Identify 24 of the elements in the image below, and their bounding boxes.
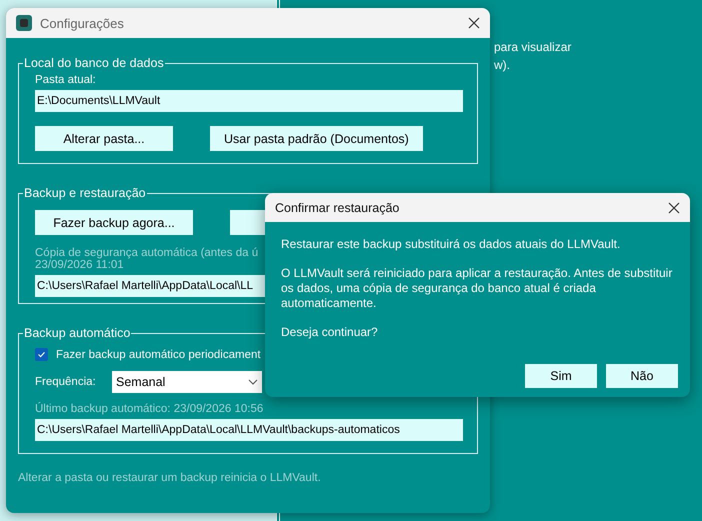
input-field[interactable]: C:\Users\Rafael Martelli\AppData\Local\LLMVault\backups-automaticos [35, 419, 463, 441]
dialog-button[interactable]: Não [606, 364, 678, 388]
field-label: Frequência: [35, 376, 97, 388]
group-title: Backup e restauração [23, 186, 147, 200]
frequency-dropdown[interactable]: Semanal [112, 371, 262, 393]
body-text: w). [494, 58, 511, 72]
field-label: Pasta atual: [35, 74, 97, 86]
message-text: Restaurar este backup substituirá os dados atuais do LLMVault. [281, 237, 622, 252]
backup-button[interactable]: Fazer backup agora... [35, 210, 193, 235]
timestamp-text: 23/09/2026 11:01 [35, 259, 124, 271]
group-title: Local do banco de dados [23, 56, 165, 70]
folder-button[interactable]: Usar pasta padrão (Documentos) [210, 126, 423, 151]
status-text: Último backup automático: 23/09/2026 10:56 [35, 403, 264, 415]
group-title: Backup automático [23, 326, 132, 340]
checkbox-label: Fazer backup automático periodicament [56, 348, 261, 360]
footer-note: Alterar a pasta ou restaurar um backup reinicia o LLMVault. [18, 472, 322, 484]
window-title: Configurações [40, 16, 124, 30]
dialog-button[interactable]: Sim [525, 364, 597, 388]
folder-button[interactable]: Alterar pasta... [35, 126, 173, 151]
message-text: Deseja continuar? [281, 325, 379, 340]
note-text: Cópia de segurança automática (antes da ú [35, 247, 258, 259]
body-text: para visualizar [494, 40, 572, 54]
dialog-title: Confirmar restauração [275, 200, 400, 214]
input-field[interactable]: E:\Documents\LLMVault [35, 90, 463, 112]
